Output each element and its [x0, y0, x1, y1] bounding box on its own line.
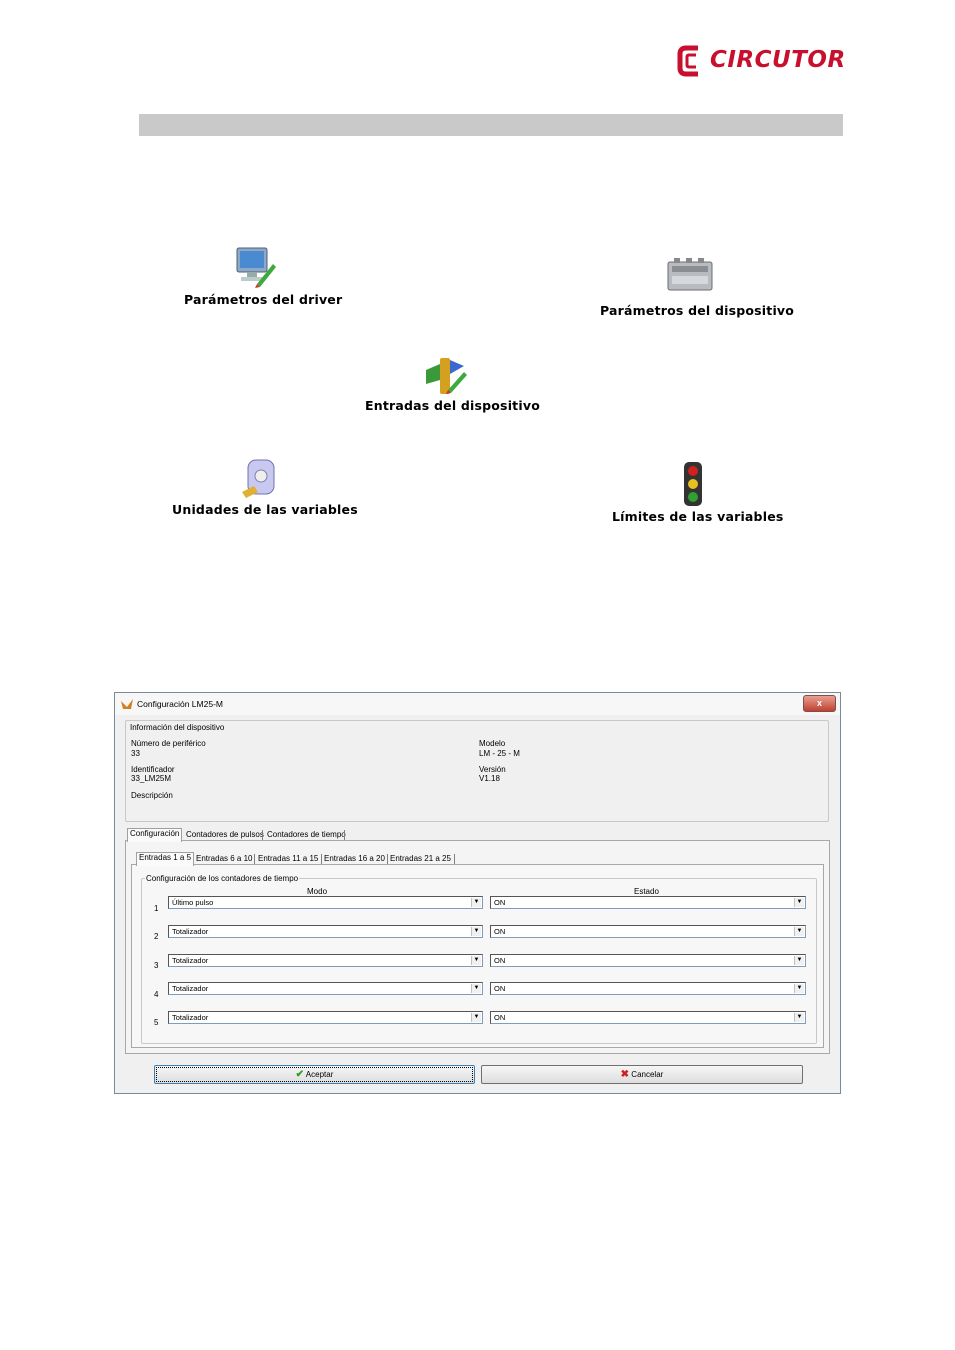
identifier-label: Identificador	[131, 765, 175, 774]
chevron-down-icon: ▼	[471, 956, 481, 965]
tab-configuracion[interactable]: Configuración	[127, 828, 183, 842]
state-select[interactable]: ON ▼	[490, 982, 806, 995]
computer-pencil-icon	[236, 247, 276, 288]
variable-units-shortcut[interactable]: Unidades de las variables	[172, 456, 358, 517]
dialog-title: Configuración LM25-M	[137, 699, 223, 709]
chevron-down-icon: ▼	[471, 1013, 481, 1022]
mode-select-value: Totalizador	[172, 1013, 209, 1022]
app-icon	[121, 699, 133, 711]
row-number: 4	[154, 990, 159, 999]
variable-limits-shortcut[interactable]: Límites de las variables	[612, 460, 784, 524]
device-module-icon	[667, 258, 713, 291]
state-select-value: ON	[494, 956, 506, 965]
description-label: Descripción	[131, 791, 173, 800]
cancel-button-label: Cancelar	[631, 1070, 664, 1079]
model-label: Modelo	[479, 739, 506, 748]
tab-separator	[344, 830, 345, 840]
config-dialog: Configuración LM25-M x Información del d…	[114, 692, 841, 1094]
circutor-logo-icon	[677, 45, 698, 77]
subtab-entradas-1-5[interactable]: Entradas 1 a 5	[136, 852, 195, 866]
circutor-logo: CIRCUTOR	[676, 44, 846, 80]
mode-select-value: Totalizador	[172, 927, 209, 936]
chevron-down-icon: ▼	[794, 898, 804, 907]
close-icon: x	[816, 698, 822, 708]
units-cylinder-icon	[242, 459, 275, 498]
mode-select[interactable]: Totalizador ▼	[168, 925, 483, 938]
subtab-entradas-21-25[interactable]: Entradas 21 a 25	[388, 854, 453, 863]
model-value: LM - 25 - M	[479, 749, 520, 758]
driver-params-shortcut[interactable]: Parámetros del driver	[184, 246, 343, 307]
tab-separator	[454, 854, 455, 864]
state-column-header: Estado	[634, 887, 659, 896]
mode-select-value: Totalizador	[172, 984, 209, 993]
tab-separator	[262, 830, 263, 840]
mode-column-header: Modo	[307, 887, 328, 896]
row-number: 3	[154, 961, 159, 970]
traffic-light-icon	[684, 462, 702, 506]
tab-separator	[254, 854, 255, 864]
mode-select[interactable]: Totalizador ▼	[168, 982, 483, 995]
row-number: 2	[154, 932, 159, 941]
device-inputs-label: Entradas del dispositivo	[365, 398, 540, 413]
state-select-value: ON	[494, 927, 506, 936]
cancel-x-icon: ✖	[620, 1069, 630, 1080]
state-select[interactable]: ON ▼	[490, 1011, 806, 1024]
state-select-value: ON	[494, 1013, 506, 1022]
time-counters-group-title: Configuración de los contadores de tiemp…	[145, 874, 300, 883]
brand-name: CIRCUTOR	[710, 47, 846, 73]
tab-contadores-pulsos[interactable]: Contadores de pulsos	[184, 830, 266, 839]
peripheral-label: Número de periférico	[131, 739, 206, 748]
cancel-button[interactable]: ✖ Cancelar	[481, 1065, 803, 1084]
close-button[interactable]: x	[803, 695, 836, 712]
row-number: 1	[154, 904, 159, 913]
state-select-value: ON	[494, 898, 506, 907]
variable-units-label: Unidades de las variables	[172, 502, 358, 517]
accept-button-label: Aceptar	[305, 1070, 334, 1079]
chevron-down-icon: ▼	[794, 927, 804, 936]
driver-params-label: Parámetros del driver	[184, 292, 343, 307]
state-select[interactable]: ON ▼	[490, 896, 806, 909]
version-value: V1.18	[479, 774, 500, 783]
chevron-down-icon: ▼	[794, 1013, 804, 1022]
identifier-value: 33_LM25M	[131, 774, 172, 783]
chevron-down-icon: ▼	[471, 984, 481, 993]
checkmark-icon: ✔	[295, 1069, 305, 1080]
mode-select-value: Último pulso	[172, 898, 214, 907]
mode-select[interactable]: Totalizador ▼	[168, 954, 483, 967]
device-inputs-shortcut[interactable]: Entradas del dispositivo	[365, 352, 540, 413]
device-info-legend: Información del dispositivo	[129, 723, 226, 732]
chevron-down-icon: ▼	[471, 898, 481, 907]
mode-select-value: Totalizador	[172, 956, 209, 965]
chevron-down-icon: ▼	[794, 956, 804, 965]
subtab-entradas-16-20[interactable]: Entradas 16 a 20	[322, 854, 387, 863]
row-number: 5	[154, 1018, 159, 1027]
state-select[interactable]: ON ▼	[490, 954, 806, 967]
state-select[interactable]: ON ▼	[490, 925, 806, 938]
section-header-bar	[139, 114, 843, 136]
device-params-shortcut[interactable]: Parámetros del dispositivo	[600, 256, 795, 318]
subtab-entradas-11-15[interactable]: Entradas 11 a 15	[256, 854, 320, 863]
variable-limits-label: Límites de las variables	[612, 509, 784, 524]
device-info-group	[125, 720, 829, 822]
inputs-pencil-icon	[426, 358, 467, 394]
dialog-titlebar[interactable]: Configuración LM25-M x	[115, 693, 840, 715]
accept-button[interactable]: ✔ Aceptar	[154, 1065, 475, 1084]
state-select-value: ON	[494, 984, 506, 993]
mode-select[interactable]: Último pulso ▼	[168, 896, 483, 909]
device-params-label: Parámetros del dispositivo	[600, 303, 795, 318]
version-label: Versión	[479, 765, 506, 774]
chevron-down-icon: ▼	[794, 984, 804, 993]
chevron-down-icon: ▼	[471, 927, 481, 936]
mode-select[interactable]: Totalizador ▼	[168, 1011, 483, 1024]
peripheral-value: 33	[131, 749, 140, 758]
subtab-entradas-6-10[interactable]: Entradas 6 a 10	[194, 854, 254, 863]
tab-contadores-tiempo[interactable]: Contadores de tiempo	[265, 830, 348, 839]
